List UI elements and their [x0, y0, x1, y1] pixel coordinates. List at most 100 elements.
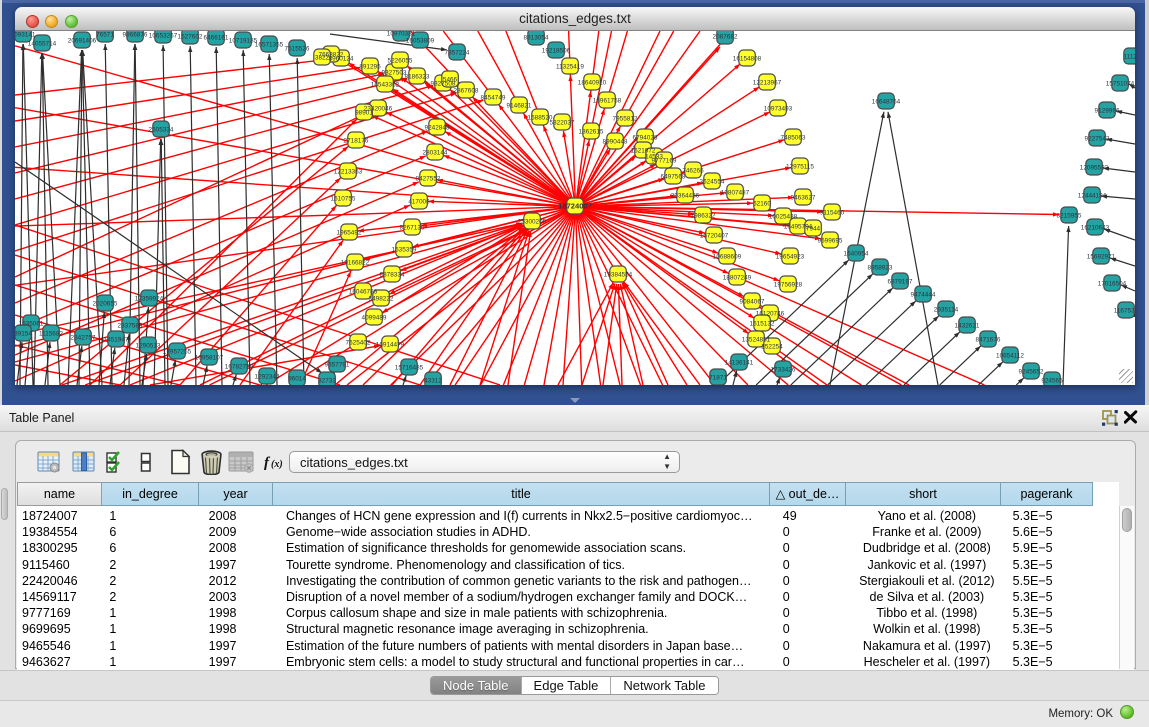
svg-text:19654923: 19654923	[776, 253, 805, 260]
svg-text:6497568: 6497568	[661, 173, 686, 180]
svg-text:71871: 71871	[709, 374, 727, 381]
svg-text:9146821: 9146821	[507, 102, 532, 109]
svg-text:10654112: 10654112	[996, 352, 1024, 359]
svg-text:3624554: 3624554	[700, 178, 725, 185]
svg-text:17957255: 17957255	[163, 348, 192, 355]
svg-text:7955812: 7955812	[613, 115, 638, 122]
svg-text:5226055: 5226055	[388, 57, 413, 64]
svg-text:9866876: 9866876	[123, 31, 148, 38]
svg-text:5322037: 5322037	[550, 119, 575, 126]
svg-text:17016504: 17016504	[1098, 280, 1127, 287]
svg-text:9327503: 9327503	[382, 69, 407, 76]
svg-text:10973493: 10973493	[764, 105, 793, 112]
svg-text:2935114: 2935114	[934, 306, 959, 313]
svg-text:62160: 62160	[753, 200, 771, 207]
svg-text:12213967: 12213967	[753, 79, 782, 86]
svg-text:7625402: 7625402	[346, 339, 371, 346]
svg-text:2087682: 2087682	[713, 33, 738, 40]
svg-text:15692971: 15692971	[1087, 253, 1116, 260]
svg-text:8427552: 8427552	[416, 175, 441, 182]
svg-text:1640954: 1640954	[844, 250, 869, 257]
svg-text:16648764: 16648764	[872, 98, 901, 105]
svg-text:16914479: 16914479	[376, 341, 405, 348]
svg-text:16120746: 16120746	[756, 310, 785, 317]
svg-text:8267130: 8267130	[400, 224, 425, 231]
svg-text:1965492: 1965492	[337, 229, 362, 236]
svg-text:10653267: 10653267	[149, 32, 178, 39]
svg-text:2718176: 2718176	[344, 137, 369, 144]
svg-text:1527602: 1527602	[178, 33, 203, 40]
svg-text:9657791: 9657791	[325, 361, 350, 368]
svg-text:7357224: 7357224	[445, 49, 470, 56]
svg-text:14055714: 14055714	[28, 40, 57, 47]
svg-text:9245652: 9245652	[1019, 368, 1044, 375]
svg-text:10958107: 10958107	[195, 354, 224, 361]
svg-text:16961758: 16961758	[593, 97, 622, 104]
svg-text:2093141: 2093141	[15, 31, 36, 38]
svg-text:18640910: 18640910	[578, 79, 607, 86]
svg-text:32733: 32733	[318, 377, 336, 384]
svg-text:f: f	[264, 455, 271, 471]
svg-text:9227542: 9227542	[1085, 135, 1110, 142]
svg-text:1432621: 1432621	[955, 322, 980, 329]
svg-text:252254: 252254	[761, 343, 783, 350]
svg-text:12444194: 12444194	[1078, 192, 1107, 199]
svg-text:1292344: 1292344	[255, 373, 280, 380]
svg-text:7485063: 7485063	[781, 134, 806, 141]
svg-text:12213363: 12213363	[334, 168, 363, 175]
svg-text:39154: 39154	[15, 330, 32, 337]
svg-text:1290513: 1290513	[136, 342, 161, 349]
svg-text:98901: 98901	[355, 109, 373, 116]
svg-text:18807249: 18807249	[723, 274, 752, 281]
svg-text:417006: 417006	[408, 198, 430, 205]
svg-text:16782759: 16782759	[225, 363, 254, 370]
svg-text:924565: 924565	[1041, 377, 1063, 384]
svg-text:96014: 96014	[288, 375, 306, 382]
svg-text:7986322: 7986322	[691, 212, 716, 219]
svg-text:16571355: 16571355	[255, 41, 284, 48]
svg-text:9463627: 9463627	[791, 194, 816, 201]
svg-text:2867608: 2867608	[454, 87, 479, 94]
svg-text:2020655: 2020655	[93, 300, 118, 307]
svg-text:9129966: 9129966	[1095, 107, 1120, 114]
svg-text:2505334: 2505334	[149, 126, 174, 133]
svg-text:16046786: 16046786	[349, 288, 378, 295]
svg-text:8878334: 8878334	[380, 271, 405, 278]
svg-text:2337586: 2337586	[118, 322, 143, 329]
svg-text:16543362: 16543362	[371, 81, 400, 88]
svg-text:16210643: 16210643	[1081, 224, 1110, 231]
svg-text:5466: 5466	[443, 76, 458, 83]
svg-text:14136141: 14136141	[725, 359, 754, 366]
svg-text:8215955: 8215955	[1057, 212, 1082, 219]
svg-text:1635061: 1635061	[19, 320, 44, 327]
svg-text:10719135: 10719135	[229, 37, 258, 44]
svg-text:43312: 43312	[424, 377, 442, 384]
svg-text:15716485: 15716485	[395, 364, 424, 371]
svg-text:9474444: 9474444	[911, 291, 936, 298]
svg-text:16154808: 16154808	[733, 55, 762, 62]
svg-text:8990448: 8990448	[603, 138, 628, 145]
svg-text:8471676: 8471676	[976, 336, 1001, 343]
svg-text:1167531: 1167531	[1114, 307, 1135, 314]
svg-text:11325419: 11325419	[556, 63, 584, 70]
svg-text:1451947: 1451947	[104, 336, 129, 343]
svg-text:9084067: 9084067	[740, 298, 765, 305]
svg-text:3498222: 3498222	[369, 295, 394, 302]
svg-text:20364436: 20364436	[671, 192, 700, 199]
svg-text:13524851: 13524851	[742, 336, 771, 343]
svg-text:76571: 76571	[96, 31, 114, 38]
svg-text:3822: 3822	[315, 54, 330, 61]
svg-text:2342757: 2342757	[71, 334, 96, 341]
svg-text:1115682: 1115682	[39, 330, 63, 337]
svg-text:1610755: 1610755	[331, 195, 356, 202]
svg-text:891295: 891295	[359, 63, 381, 70]
svg-text:15720407: 15720407	[700, 232, 729, 239]
svg-text:10688609: 10688609	[713, 253, 742, 260]
svg-text:12975115: 12975115	[786, 163, 814, 170]
svg-text:15751074: 15751074	[1106, 80, 1135, 87]
svg-text:8958923: 8958923	[868, 264, 893, 271]
svg-text:25300205: 25300205	[518, 218, 547, 225]
svg-text:20691406: 20691406	[68, 37, 97, 44]
svg-text:2803144: 2803144	[423, 149, 448, 156]
svg-text:9115460: 9115460	[820, 209, 845, 216]
